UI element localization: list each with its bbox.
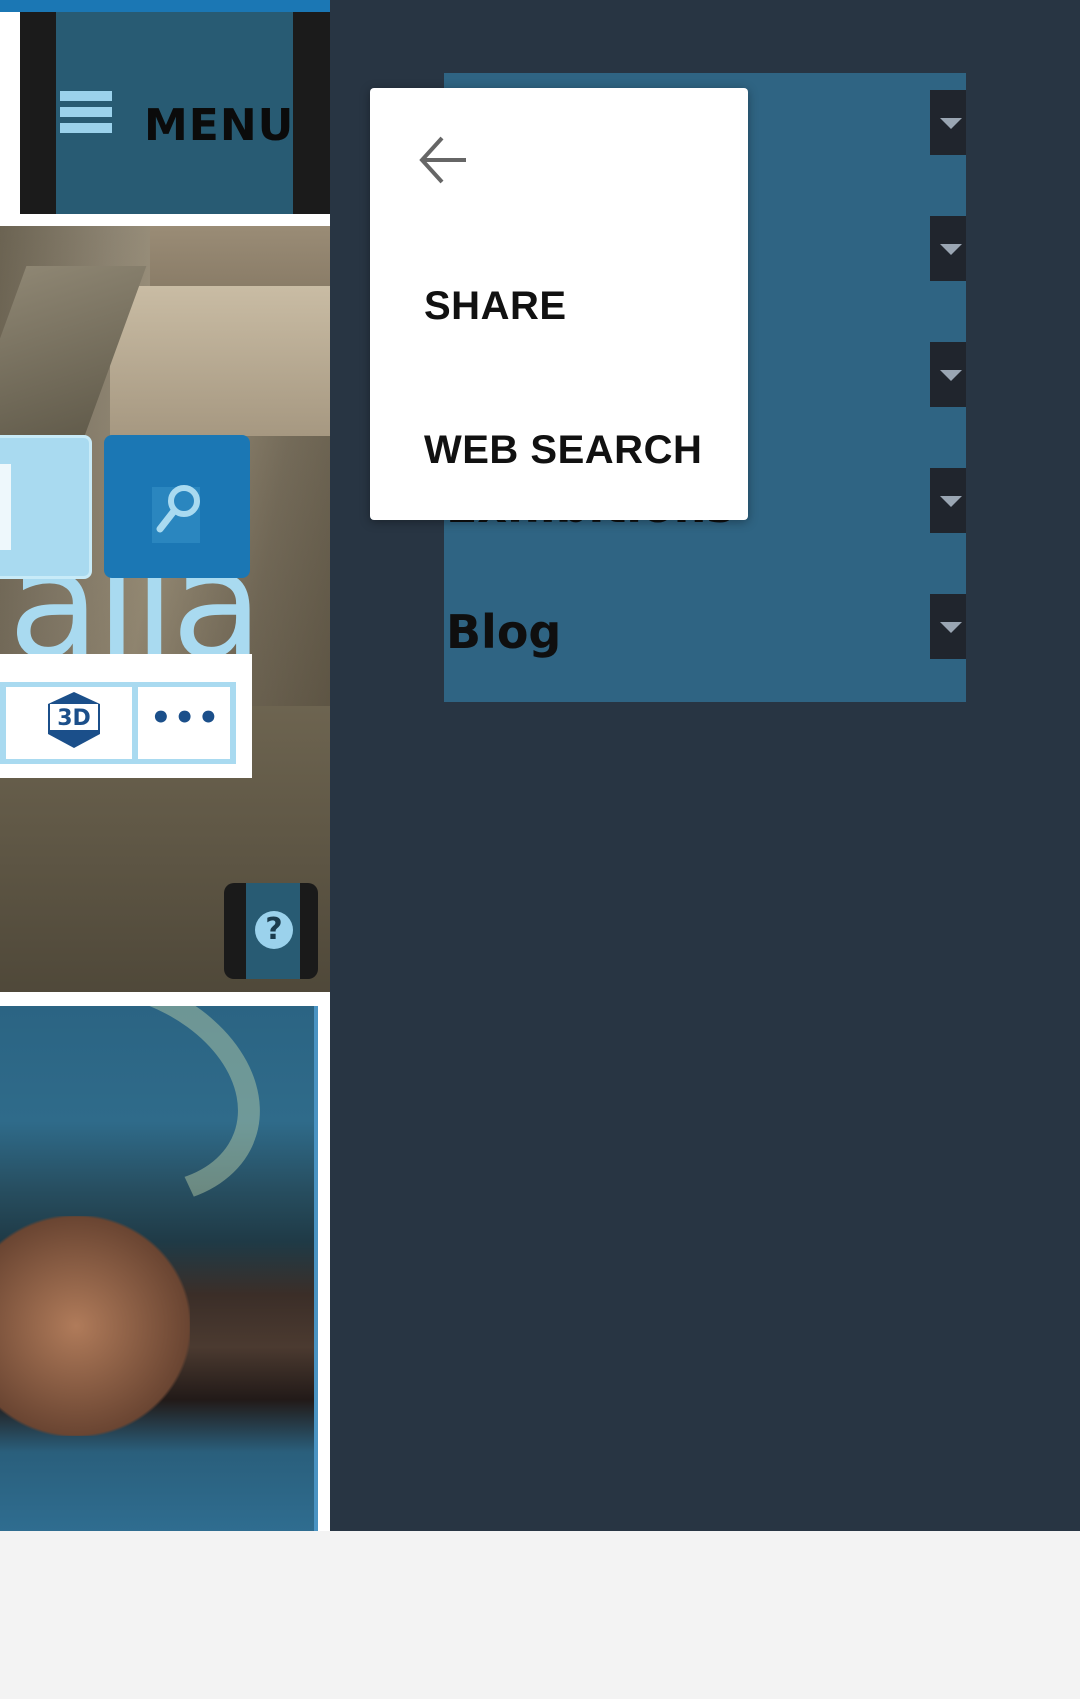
context-menu: SHARE WEB SEARCH: [370, 88, 748, 520]
chevron-down-icon[interactable]: [930, 342, 966, 407]
chevron-down-icon[interactable]: [930, 468, 966, 533]
search-button[interactable]: [104, 435, 250, 578]
top-accent-bar: [0, 0, 330, 12]
nav-item-label: Blog: [446, 605, 562, 659]
chevron-down-icon[interactable]: [930, 594, 966, 659]
fence: [110, 286, 330, 436]
help-button[interactable]: ?: [224, 883, 318, 979]
artwork-face: [0, 1216, 190, 1436]
viewer-toolbar: 3D •••: [0, 654, 252, 778]
hamburger-icon: [60, 91, 112, 143]
share-menu-item[interactable]: SHARE: [424, 284, 567, 329]
chevron-down-icon[interactable]: [930, 90, 966, 155]
arrow-left-icon[interactable]: [416, 132, 472, 188]
toolbar-separator: [230, 682, 236, 764]
menu-button[interactable]: MENU: [56, 12, 293, 214]
menu-container: MENU: [20, 12, 330, 214]
artwork-halo: [0, 1006, 294, 1246]
web-search-menu-item[interactable]: WEB SEARCH: [424, 428, 702, 473]
3d-icon[interactable]: 3D: [44, 690, 104, 750]
menu-label: MENU: [144, 100, 295, 151]
chevron-down-icon[interactable]: [930, 216, 966, 281]
nav-item-blog[interactable]: Blog: [444, 577, 966, 703]
toolbar-separator: [132, 682, 138, 764]
help-icon: ?: [255, 911, 293, 949]
search-input[interactable]: [0, 435, 92, 579]
more-options-button[interactable]: •••: [150, 698, 221, 738]
svg-text:3D: 3D: [57, 706, 91, 731]
search-input-cursor: [0, 464, 11, 550]
artwork-image: [0, 1006, 318, 1531]
artwork-edge: [314, 1006, 318, 1531]
search-icon: [156, 485, 200, 533]
page-content: MENU alla 3D ••• ?: [0, 0, 330, 1531]
toolbar-separator: [0, 682, 6, 764]
